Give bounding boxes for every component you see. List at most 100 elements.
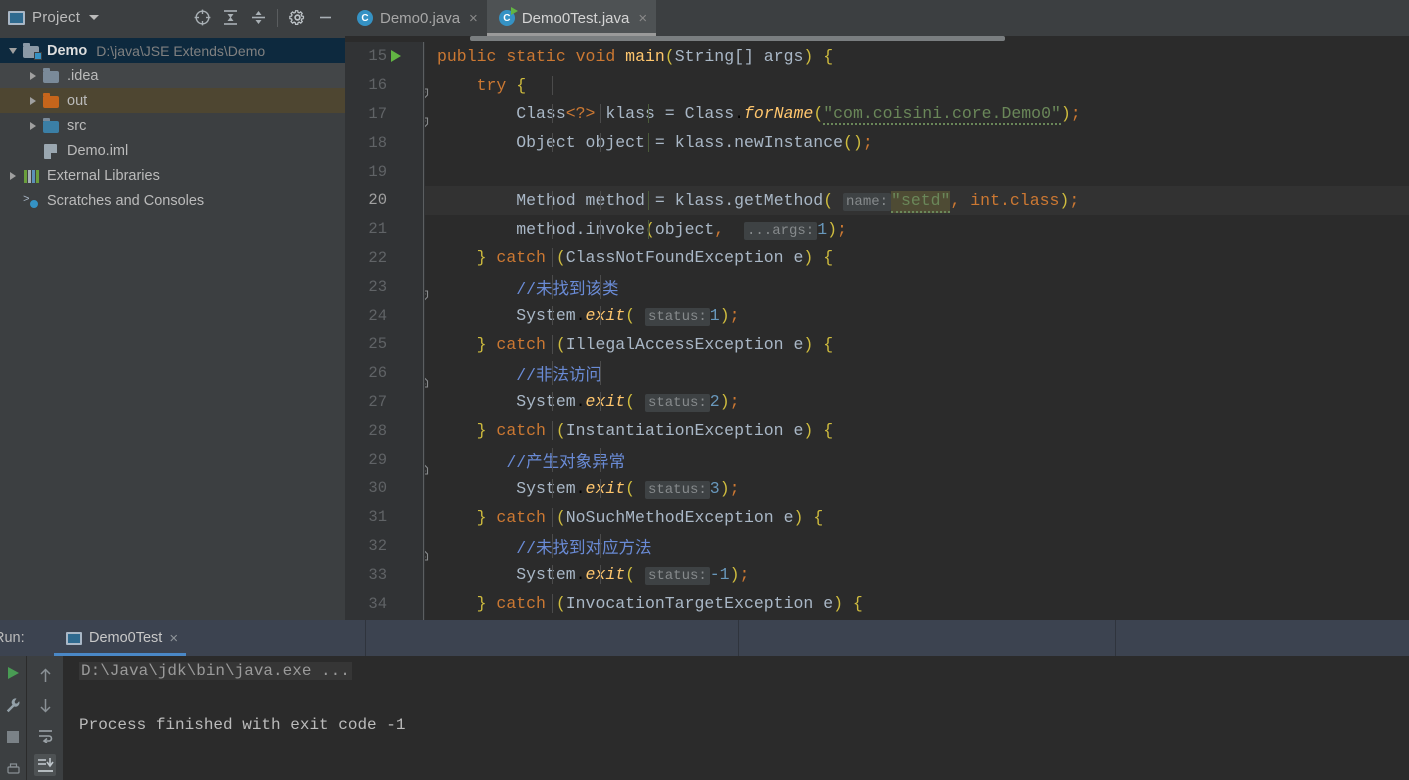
expand-all-icon[interactable] [216,4,244,32]
tab-label: Demo0.java [380,9,461,27]
code-line[interactable]: 33 System.exit( status: -1); [345,560,1409,590]
editor-gutter[interactable]: 22 [345,243,429,302]
code-line[interactable]: 21 method.invoke(object, ...args: 1); [345,214,1409,244]
gear-icon[interactable] [283,4,311,32]
run-toolbar-primary [0,656,26,780]
run-tab-demo0test[interactable]: Demo0Test × [54,620,187,656]
code-line[interactable]: 22 } catch (ClassNotFoundException e) { [345,243,1409,302]
tab-demo0test-java[interactable]: C Demo0Test.java × [486,0,657,36]
project-title-group[interactable]: Project [8,9,100,26]
code-line[interactable]: 24 System.exit( status: 1); [345,301,1409,330]
run-config-icon [66,631,82,645]
twisty-collapsed-icon[interactable] [24,96,42,105]
tree-node-src[interactable]: src [0,113,345,138]
run-tab-bar: Run: Demo0Test × [0,620,1409,656]
editor-gutter[interactable]: 25 [345,329,429,388]
editor-gutter[interactable]: 19 [345,157,425,186]
editor-gutter[interactable]: 18 [345,128,425,158]
code-line[interactable]: 25 } catch (IllegalAccessException e) { [345,329,1409,388]
tree-node-demo-iml[interactable]: Demo.iml [0,138,345,163]
tab-label: Demo0Test.java [521,9,630,27]
code-line[interactable]: 19 [345,157,1409,186]
editor-gutter[interactable]: 24 [345,301,425,330]
tree-node-demo[interactable]: Demo D:\java\JSE Extends\Demo [0,38,345,63]
tree-node-scratches-and-consoles[interactable]: >_ Scratches and Consoles [0,188,345,213]
java-class-icon: C [357,10,373,26]
code-line[interactable]: 30 System.exit( status: 3); [345,473,1409,503]
line-number: 26 [368,364,387,383]
editor-gutter[interactable]: 20 [345,185,425,215]
code-text: Object object = klass.newInstance(); [516,133,873,153]
editor-gutter[interactable]: 16 [345,70,429,129]
tree-node-label: External Libraries [47,167,160,184]
code-line[interactable]: 23 //未找到该类 [345,272,1409,302]
editor-gutter[interactable]: 26 [345,358,425,388]
editor-gutter[interactable]: 15 [345,42,429,101]
code-line[interactable]: 32 //未找到对应方法 [345,531,1409,561]
code-text: Class<?> klass = Class.forName("com.cois… [516,104,1081,126]
editor-gutter[interactable]: 30 [345,473,425,503]
stop-button[interactable] [2,726,24,748]
editor-gutter[interactable]: 34 [345,589,425,618]
tree-node-label: out [67,92,88,109]
code-line[interactable]: 17 Class<?> klass = Class.forName("com.c… [345,99,1409,129]
close-icon[interactable]: × [469,11,478,26]
chevron-down-icon[interactable] [89,15,100,20]
console-output[interactable]: D:\Java\jdk\bin\java.exe ... Process fin… [63,656,1409,780]
close-icon[interactable]: × [169,630,178,647]
editor-gutter[interactable]: 31 [345,502,429,561]
code-line[interactable]: 18 Object object = klass.newInstance(); [345,128,1409,158]
line-number: 24 [368,306,387,325]
line-number: 20 [368,191,387,210]
editor-horizontal-scrollbar-thumb[interactable] [470,36,1005,41]
twisty-collapsed-icon[interactable] [24,121,42,130]
editor-gutter[interactable]: 32 [345,531,425,561]
settings-wrench-icon[interactable] [2,694,24,716]
code-line[interactable]: 29 //产生对象异常 [345,445,1409,474]
code-text: System.exit( status: 3); [516,478,740,499]
console-result-line: Process finished with exit code -1 [79,716,406,734]
idea-window: Project Demo D:\java\JSE Extends\Demo .i… [0,0,1409,780]
run-method-icon[interactable] [391,50,401,63]
rerun-button[interactable] [2,662,24,684]
soft-wrap-button[interactable] [34,724,56,746]
code-editor[interactable]: 15 public static void main(String[] args… [345,42,1409,620]
editor-gutter[interactable]: 21 [345,214,425,244]
line-number: 15 [368,47,387,66]
editor-gutter[interactable]: 23 [345,272,425,302]
code-line[interactable]: 31 } catch (NoSuchMethodException e) { [345,502,1409,561]
code-line[interactable]: 34 } catch (InvocationTargetException e)… [345,589,1409,618]
code-line-current[interactable]: 20 Method method = klass.getMethod( name… [345,185,1409,215]
editor-gutter[interactable]: 28 [345,416,429,475]
param-hint-status: status: [644,480,710,499]
editor-gutter[interactable]: 33 [345,560,425,590]
twisty-collapsed-icon[interactable] [4,171,22,180]
twisty-collapsed-icon[interactable] [24,71,42,80]
code-line[interactable]: 28 } catch (InstantiationException e) { [345,416,1409,475]
down-arrow-button[interactable] [34,694,56,716]
code-text: try { [425,75,553,95]
project-tree[interactable]: Demo D:\java\JSE Extends\Demo .idea out [0,36,345,213]
twisty-expanded-icon[interactable] [4,47,22,54]
code-line[interactable]: 16 try { [345,70,1409,129]
scroll-to-end-button[interactable] [34,754,56,776]
comment-text: //产生对象异常 [506,452,626,472]
code-line[interactable]: 26 //非法访问 [345,358,1409,388]
editor-gutter[interactable]: 17 [345,99,425,129]
code-line[interactable]: 27 System.exit( status: 2); [345,387,1409,417]
tree-node-out[interactable]: out [0,88,345,113]
comment-text: //未找到对应方法 [516,538,652,558]
close-icon[interactable]: × [638,11,647,26]
code-line[interactable]: 15 public static void main(String[] args… [345,42,1409,101]
line-number: 30 [368,479,387,498]
locate-target-icon[interactable] [188,4,216,32]
tab-demo0-java[interactable]: C Demo0.java × [345,0,487,36]
collapse-all-icon[interactable] [244,4,272,32]
editor-gutter[interactable]: 29 [345,445,425,474]
up-arrow-button[interactable] [34,664,56,686]
editor-gutter[interactable]: 27 [345,387,425,417]
tree-node-idea[interactable]: .idea [0,63,345,88]
minimize-icon[interactable] [311,4,339,32]
print-icon[interactable] [2,758,24,780]
tree-node-external-libraries[interactable]: External Libraries [0,163,345,188]
